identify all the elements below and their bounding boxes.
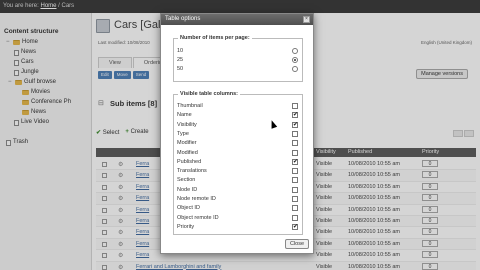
- visible-columns-fieldset: Visible table columns: Thumbnail Name ✔ Vis…: [173, 91, 303, 235]
- checkbox[interactable]: [292, 140, 298, 147]
- checkbox[interactable]: ✔: [292, 121, 298, 128]
- items-per-page-option[interactable]: 10: [174, 48, 302, 56]
- radio-button[interactable]: [292, 57, 298, 63]
- items-per-page-option[interactable]: 50: [174, 66, 302, 74]
- checkbox[interactable]: ✔: [292, 158, 298, 165]
- items-per-page-legend: Number of items per page:: [178, 35, 252, 41]
- column-option[interactable]: Object remote ID: [174, 214, 302, 223]
- checkbox[interactable]: [292, 186, 298, 193]
- radio-button[interactable]: [292, 48, 298, 54]
- column-option[interactable]: Priority ✔: [174, 223, 302, 232]
- radio-button[interactable]: [292, 66, 298, 72]
- checkbox[interactable]: [292, 205, 298, 212]
- checkbox[interactable]: [292, 177, 298, 184]
- option-label: Object ID: [177, 205, 200, 212]
- items-per-page-fieldset: Number of items per page: 10 25 50: [173, 35, 303, 82]
- option-label: 10: [177, 48, 184, 54]
- option-label: Visibility: [177, 121, 197, 128]
- column-option[interactable]: Published ✔: [174, 158, 302, 167]
- items-per-page-option[interactable]: 25: [174, 57, 302, 65]
- option-label: Object remote ID: [177, 214, 219, 221]
- checkbox[interactable]: [292, 130, 298, 137]
- checkbox[interactable]: [292, 168, 298, 175]
- close-button[interactable]: Close: [284, 239, 309, 249]
- checkbox[interactable]: [292, 196, 298, 202]
- dialog-title-bar: Table options ×: [161, 14, 313, 25]
- column-option[interactable]: Name ✔: [174, 112, 302, 120]
- column-option[interactable]: Node remote ID: [174, 196, 302, 204]
- checkbox[interactable]: [292, 103, 298, 109]
- dialog-title: Table options: [165, 16, 201, 22]
- option-label: Type: [177, 130, 189, 137]
- column-option[interactable]: Type: [174, 130, 302, 139]
- option-label: Section: [177, 177, 196, 184]
- option-label: Priority: [177, 223, 195, 230]
- checkbox[interactable]: ✔: [292, 223, 298, 230]
- column-option[interactable]: Node ID: [174, 186, 302, 195]
- column-option[interactable]: Translations: [174, 168, 302, 176]
- option-label: Modified: [177, 149, 198, 156]
- option-label: Node ID: [177, 186, 198, 193]
- checkbox[interactable]: ✔: [292, 112, 298, 119]
- column-option[interactable]: Modifier: [174, 140, 302, 148]
- option-label: Translations: [177, 168, 207, 175]
- column-option[interactable]: Thumbnail: [174, 103, 302, 111]
- column-option[interactable]: Visibility ✔: [174, 121, 302, 130]
- close-icon[interactable]: ×: [303, 16, 310, 23]
- option-label: Modifier: [177, 140, 197, 147]
- column-option[interactable]: Object ID: [174, 205, 302, 213]
- option-label: Node remote ID: [177, 196, 216, 202]
- checkbox[interactable]: [292, 214, 298, 221]
- option-label: Published: [177, 158, 202, 165]
- column-option[interactable]: Modified: [174, 149, 302, 158]
- visible-columns-legend: Visible table columns:: [178, 91, 240, 97]
- option-label: 25: [177, 57, 184, 63]
- option-label: Thumbnail: [177, 103, 203, 109]
- checkbox[interactable]: [292, 149, 298, 156]
- table-options-dialog: Table options × Number of items per page…: [160, 13, 314, 254]
- option-label: Name: [177, 112, 192, 119]
- option-label: 50: [177, 66, 184, 72]
- column-option[interactable]: Section: [174, 177, 302, 185]
